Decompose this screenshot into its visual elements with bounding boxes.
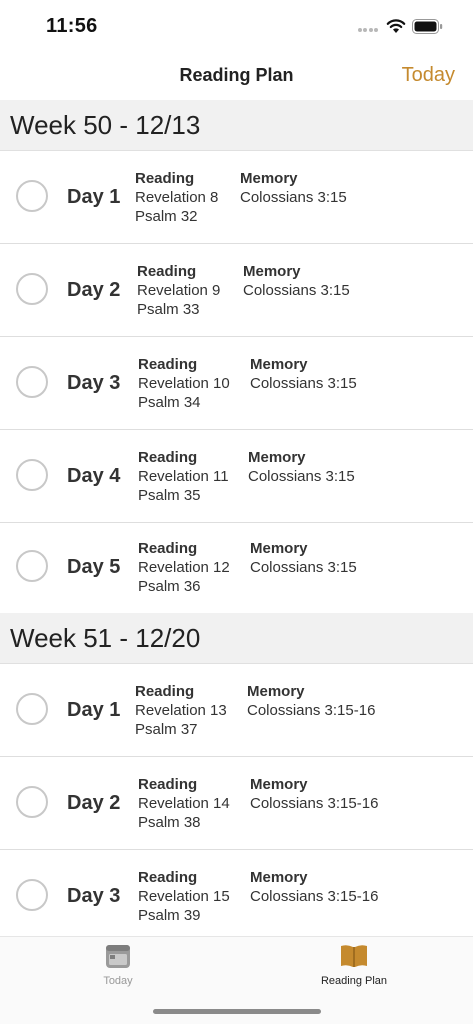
reading-column: Reading Revelation 9 Psalm 33 [137,262,220,319]
reading-item: Revelation 8 [135,189,219,206]
memory-verse: Colossians 3:15 [250,559,357,576]
reading-item: Psalm 33 [137,301,200,318]
reading-item: Revelation 15 [138,888,230,905]
day-label: Day 2 [67,279,121,301]
reading-column: Reading Revelation 13 Psalm 37 [135,682,227,739]
reading-column: Reading Revelation 14 Psalm 38 [138,775,230,832]
completion-checkbox[interactable] [16,879,48,911]
reading-item: Revelation 14 [138,795,230,812]
tab-reading-plan[interactable]: Reading Plan [294,943,414,995]
memory-verse: Colossians 3:15 [240,189,347,206]
nav-bar: Reading Plan Today [0,54,473,100]
tab-label: Reading Plan [320,975,388,987]
completion-checkbox[interactable] [16,550,48,582]
reading-header: Reading [138,356,198,373]
reading-item: Revelation 13 [135,702,227,719]
tab-today[interactable]: Today [58,943,178,995]
memory-verse: Colossians 3:15-16 [250,795,379,812]
week-title: Week 51 - 12/20 [10,623,201,653]
memory-header: Memory [250,356,308,373]
home-indicator [153,1009,321,1014]
reading-header: Reading [138,869,198,886]
day-label: Day 1 [67,699,121,721]
day-row[interactable]: Day 3 Reading Revelation 10 Psalm 34 Mem… [0,337,473,430]
completion-checkbox[interactable] [16,459,48,491]
reading-item: Psalm 35 [138,487,201,504]
reading-column: Reading Revelation 8 Psalm 32 [135,169,218,226]
reading-column: Reading Revelation 11 Psalm 35 [138,448,229,505]
reading-item: Revelation 12 [138,559,230,576]
memory-column: Memory Colossians 3:15 [250,355,357,393]
reading-item: Psalm 39 [138,907,201,924]
memory-verse: Colossians 3:15-16 [247,702,376,719]
memory-header: Memory [240,170,298,187]
memory-verse: Colossians 3:15-16 [250,888,379,905]
day-label: Day 1 [67,186,121,208]
memory-column: Memory Colossians 3:15 [243,262,350,300]
memory-header: Memory [248,449,306,466]
memory-column: Memory Colossians 3:15-16 [247,682,375,720]
reading-header: Reading [137,263,197,280]
memory-column: Memory Colossians 3:15-16 [250,868,378,906]
reading-header: Reading [138,540,198,557]
day-label: Day 2 [67,792,121,814]
reading-item: Psalm 36 [138,578,201,595]
signal-icon [358,28,380,34]
day-label: Day 5 [67,556,121,578]
reading-item: Revelation 11 [138,468,229,485]
reading-item: Revelation 10 [138,375,230,392]
reading-item: Psalm 38 [138,814,201,831]
memory-column: Memory Colossians 3:15 [250,539,357,577]
memory-header: Memory [243,263,301,280]
week-title: Week 50 - 12/13 [10,110,201,140]
reading-header: Reading [135,170,195,187]
reading-column: Reading Revelation 15 Psalm 39 [138,868,230,925]
memory-verse: Colossians 3:15 [248,468,355,485]
completion-checkbox[interactable] [16,693,48,725]
today-button[interactable]: Today [402,64,455,87]
day-row[interactable]: Day 1 Reading Revelation 8 Psalm 32 Memo… [0,151,473,244]
completion-checkbox[interactable] [16,180,48,212]
day-row[interactable]: Day 3 Reading Revelation 15 Psalm 39 Mem… [0,850,473,943]
battery-icon [412,19,443,34]
week-header: Week 51 - 12/20 [0,613,473,664]
memory-header: Memory [250,869,308,886]
day-row[interactable]: Day 5 Reading Revelation 12 Psalm 36 Mem… [0,523,473,616]
day-row[interactable]: Day 1 Reading Revelation 13 Psalm 37 Mem… [0,664,473,757]
memory-column: Memory Colossians 3:15 [248,448,355,486]
calendar-icon [106,945,130,968]
completion-checkbox[interactable] [16,786,48,818]
memory-column: Memory Colossians 3:15 [240,169,347,207]
memory-header: Memory [250,776,308,793]
reading-item: Revelation 9 [137,282,221,299]
day-label: Day 4 [67,465,121,487]
day-label: Day 3 [67,372,121,394]
reading-item: Psalm 32 [135,208,198,225]
day-row[interactable]: Day 4 Reading Revelation 11 Psalm 35 Mem… [0,430,473,523]
day-label: Day 3 [67,885,121,907]
status-bar: 11:56 [0,0,473,54]
reading-item: Psalm 34 [138,394,201,411]
tab-label: Today [103,975,133,987]
reading-column: Reading Revelation 10 Psalm 34 [138,355,230,412]
day-row[interactable]: Day 2 Reading Revelation 14 Psalm 38 Mem… [0,757,473,850]
reading-item: Psalm 37 [135,721,198,738]
memory-column: Memory Colossians 3:15-16 [250,775,378,813]
reading-header: Reading [138,449,198,466]
day-row[interactable]: Day 2 Reading Revelation 9 Psalm 33 Memo… [0,244,473,337]
wifi-icon [386,19,406,33]
memory-header: Memory [250,540,308,557]
memory-verse: Colossians 3:15 [243,282,350,299]
reading-header: Reading [138,776,198,793]
memory-header: Memory [247,683,305,700]
reading-header: Reading [135,683,195,700]
book-icon [341,945,367,967]
status-time: 11:56 [46,15,98,37]
completion-checkbox[interactable] [16,366,48,398]
reading-column: Reading Revelation 12 Psalm 36 [138,539,230,596]
week-header: Week 50 - 12/13 [0,100,473,151]
memory-verse: Colossians 3:15 [250,375,357,392]
completion-checkbox[interactable] [16,273,48,305]
